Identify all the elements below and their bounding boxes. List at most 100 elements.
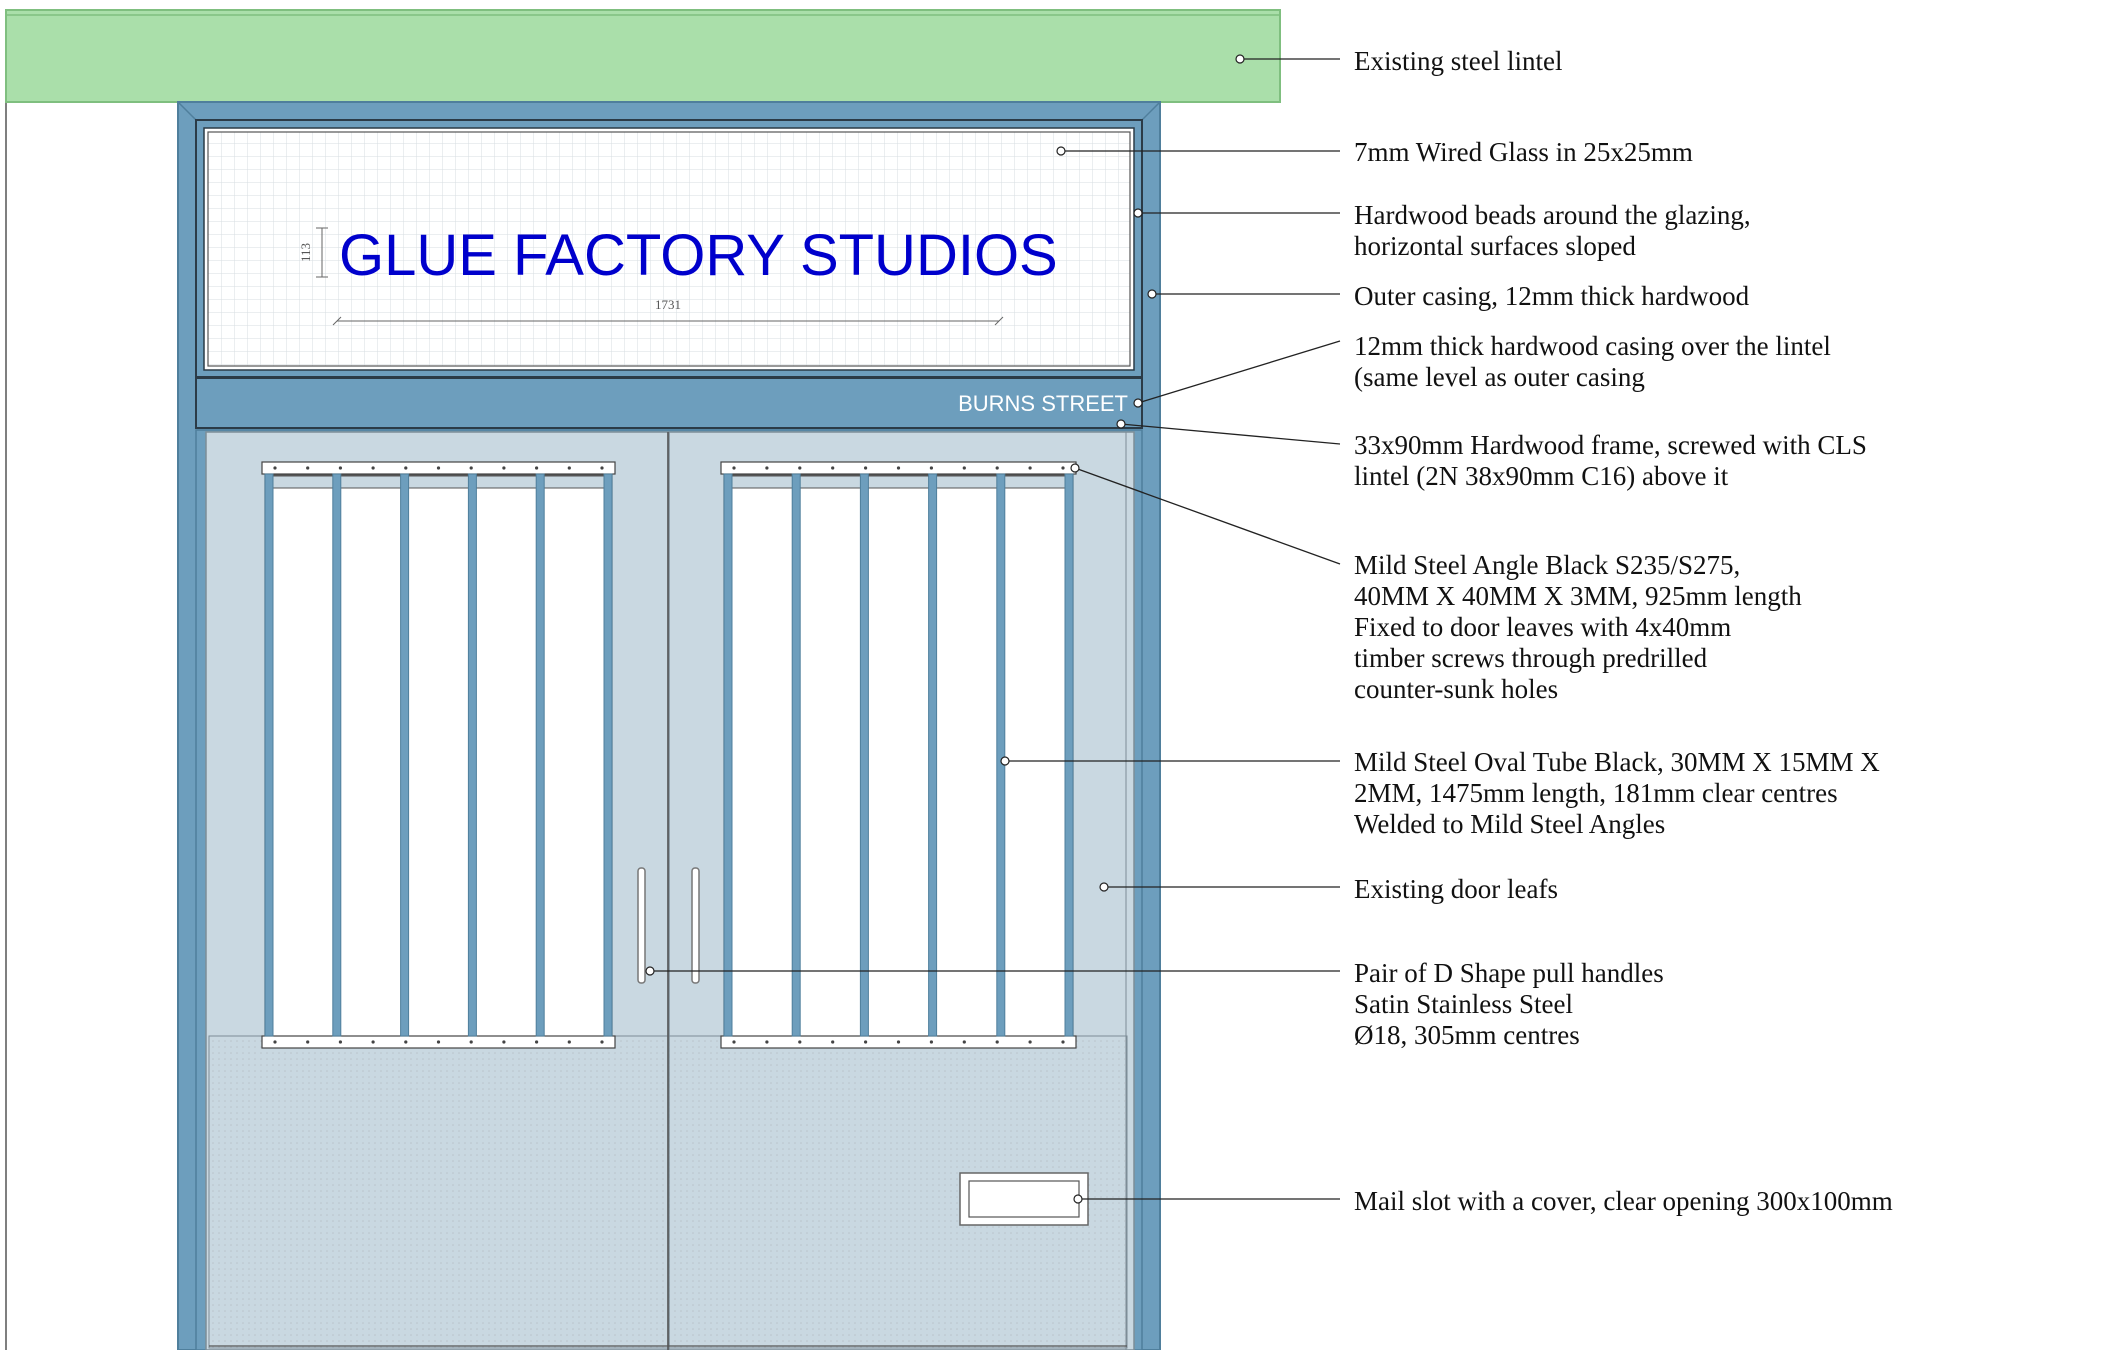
drawing-canvas: GLUE FACTORY STUDIOS 113 1731 BURNS STRE… bbox=[5, 9, 1893, 1350]
leader-marker bbox=[1116, 419, 1126, 429]
screw-hole bbox=[765, 1040, 769, 1044]
oval-tube-bar bbox=[535, 473, 545, 1037]
oval-tube-bar bbox=[928, 473, 938, 1037]
screw-hole bbox=[502, 1040, 506, 1044]
sign-title: GLUE FACTORY STUDIOS bbox=[339, 223, 1058, 288]
screw-hole bbox=[1028, 1040, 1032, 1044]
screw-hole bbox=[732, 466, 736, 470]
window-grille-left bbox=[261, 461, 616, 1049]
screw-hole bbox=[1061, 1040, 1065, 1044]
pull-handle-right[interactable] bbox=[691, 867, 700, 984]
annotation-text: counter-sunk holes bbox=[1354, 674, 1558, 704]
annotation-text: Pair of D Shape pull handles bbox=[1354, 958, 1664, 988]
oval-tube-bar bbox=[723, 473, 733, 1037]
annotation-door-leafs: Existing door leafs bbox=[1099, 874, 1558, 904]
leader-marker bbox=[1147, 289, 1157, 299]
screw-hole bbox=[306, 466, 310, 470]
leader-marker bbox=[1073, 1194, 1083, 1204]
annotation-steel-angle: Mild Steel Angle Black S235/S275,40MM X … bbox=[1070, 463, 1802, 704]
oval-tube-bar bbox=[400, 473, 410, 1037]
window-opening bbox=[723, 474, 1074, 1038]
door-lower-panel-left bbox=[208, 1035, 669, 1349]
leader-marker bbox=[1133, 398, 1143, 408]
angle-flange bbox=[264, 475, 613, 489]
pull-handle-left[interactable] bbox=[637, 867, 646, 984]
screw-hole bbox=[502, 466, 506, 470]
screw-hole bbox=[1028, 466, 1032, 470]
screw-hole bbox=[962, 1040, 966, 1044]
annotation-text: (same level as outer casing bbox=[1354, 362, 1645, 392]
mail-slot-opening bbox=[968, 1180, 1080, 1218]
annotation-text: 7mm Wired Glass in 25x25mm bbox=[1354, 137, 1693, 167]
screw-hole bbox=[896, 466, 901, 470]
annotation-text: lintel (2N 38x90mm C16) above it bbox=[1354, 461, 1729, 491]
screw-hole bbox=[436, 466, 441, 470]
door-elevation-drawing: GLUE FACTORY STUDIOS 113 1731 BURNS STRE… bbox=[0, 0, 2114, 1350]
screw-hole bbox=[469, 466, 473, 470]
window-opening bbox=[264, 474, 613, 1038]
annotation-text: 2MM, 1475mm length, 181mm clear centres bbox=[1354, 778, 1838, 808]
screw-hole bbox=[273, 1040, 277, 1044]
screw-hole bbox=[535, 466, 539, 470]
annotation-text: Ø18, 305mm centres bbox=[1354, 1020, 1580, 1050]
annotation-text: Existing steel lintel bbox=[1354, 46, 1562, 76]
screw-hole bbox=[567, 1040, 571, 1044]
oval-tube-bar bbox=[1064, 473, 1074, 1037]
screw-hole bbox=[600, 1040, 604, 1044]
oval-tube-bar bbox=[791, 473, 801, 1037]
annotation-text: Mild Steel Oval Tube Black, 30MM X 15MM … bbox=[1354, 747, 1880, 777]
screw-hole bbox=[798, 466, 802, 470]
screw-hole bbox=[273, 466, 277, 470]
text-width-label: 1731 bbox=[655, 297, 681, 312]
annotation-text: Fixed to door leaves with 4x40mm bbox=[1354, 612, 1731, 642]
screw-hole bbox=[831, 466, 835, 470]
oval-tube-bar bbox=[996, 473, 1006, 1037]
oval-tube-bar bbox=[332, 473, 342, 1037]
screw-hole bbox=[436, 1040, 441, 1044]
screw-hole bbox=[765, 466, 769, 470]
screw-hole bbox=[404, 466, 408, 470]
screw-hole bbox=[306, 1040, 310, 1044]
screw-hole bbox=[338, 466, 342, 470]
annotation-text: Mild Steel Angle Black S235/S275, bbox=[1354, 550, 1740, 580]
screw-hole bbox=[404, 1040, 408, 1044]
annotation-outer-casing: Outer casing, 12mm thick hardwood bbox=[1147, 281, 1750, 311]
screw-hole bbox=[371, 466, 375, 470]
street-name: BURNS STREET bbox=[958, 391, 1128, 416]
text-height-label: 113 bbox=[298, 243, 313, 262]
steel-lintel bbox=[5, 9, 1281, 103]
screw-hole bbox=[535, 1040, 539, 1044]
annotation-text: Satin Stainless Steel bbox=[1354, 989, 1573, 1019]
annotation-text: Hardwood beads around the glazing, bbox=[1354, 200, 1751, 230]
screw-hole bbox=[469, 1040, 473, 1044]
oval-tube-bar bbox=[264, 473, 274, 1037]
screw-hole bbox=[864, 466, 868, 470]
screw-hole bbox=[831, 1040, 835, 1044]
leader-marker bbox=[1099, 882, 1109, 892]
annotation-text: 40MM X 40MM X 3MM, 925mm length bbox=[1354, 581, 1802, 611]
oval-tube-bar bbox=[859, 473, 869, 1037]
screw-hole bbox=[338, 1040, 342, 1044]
annotation-text: 12mm thick hardwood casing over the lint… bbox=[1354, 331, 1831, 361]
leader-marker bbox=[1235, 54, 1245, 64]
screw-hole bbox=[962, 466, 966, 470]
annotation-text: Welded to Mild Steel Angles bbox=[1354, 809, 1665, 839]
screw-hole bbox=[567, 466, 571, 470]
window-grille-right bbox=[720, 461, 1077, 1049]
leader-marker bbox=[645, 966, 655, 976]
leader-marker bbox=[1000, 756, 1010, 766]
annotation-lintel-casing: 12mm thick hardwood casing over the lint… bbox=[1133, 331, 1831, 408]
annotation-text: timber screws through predrilled bbox=[1354, 643, 1708, 673]
annotation-text: 33x90mm Hardwood frame, screwed with CLS bbox=[1354, 430, 1867, 460]
screw-hole bbox=[995, 1040, 999, 1044]
screw-hole bbox=[929, 1040, 934, 1044]
screw-hole bbox=[1061, 466, 1065, 470]
leader-line bbox=[1137, 340, 1341, 404]
annotation-text: horizontal surfaces sloped bbox=[1354, 231, 1636, 261]
angle-flange bbox=[723, 475, 1074, 489]
screw-hole bbox=[864, 1040, 868, 1044]
annotation-text: Existing door leafs bbox=[1354, 874, 1558, 904]
screw-hole bbox=[995, 466, 999, 470]
screw-hole bbox=[371, 1040, 375, 1044]
leader-marker bbox=[1133, 208, 1143, 218]
